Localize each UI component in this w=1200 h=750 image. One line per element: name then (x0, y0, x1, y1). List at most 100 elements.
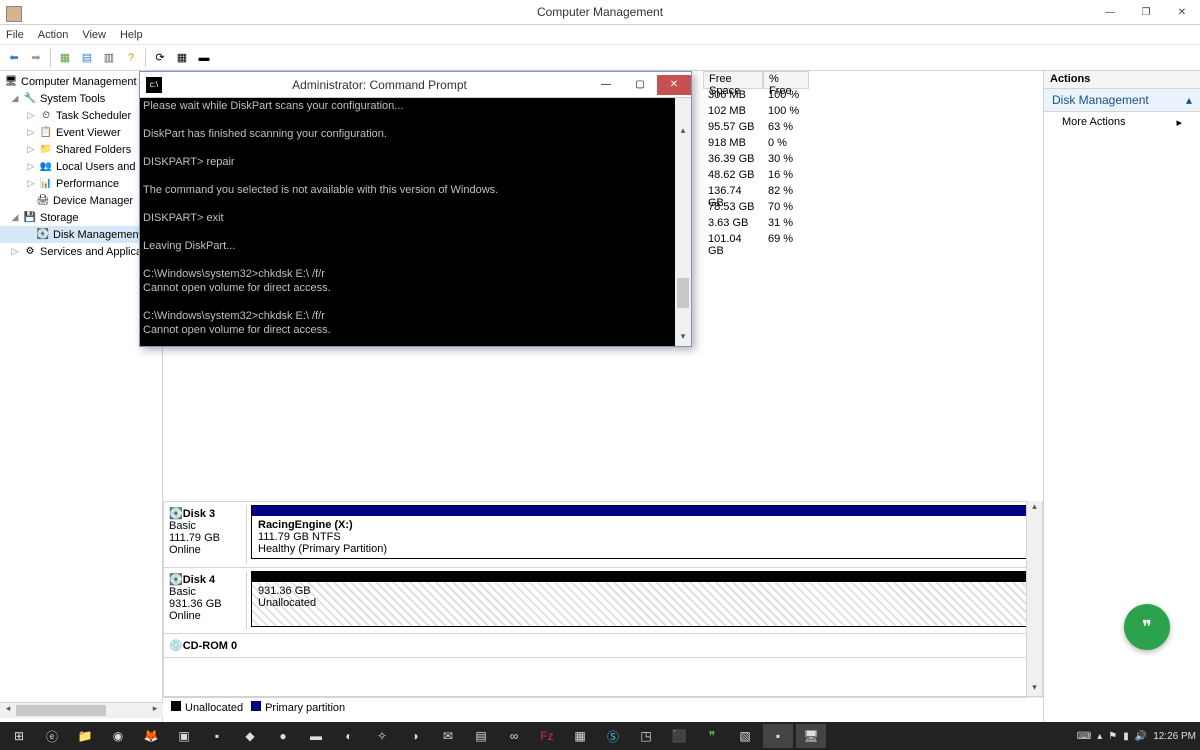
tool-2[interactable]: ▤ (77, 48, 97, 68)
tree-task-scheduler[interactable]: ▷⏲Task Scheduler (0, 107, 162, 124)
menu-view[interactable]: View (82, 29, 106, 41)
task-app14[interactable]: ❞ (697, 724, 727, 748)
partition-primary-x[interactable]: RacingEngine (X:) 111.79 GB NTFS Healthy… (251, 505, 1039, 559)
task-skype[interactable]: Ⓢ (598, 724, 628, 748)
task-vs[interactable]: ∞ (499, 724, 529, 748)
tray-input-icon[interactable]: ⌨ (1077, 731, 1091, 742)
task-eclipse[interactable]: ◑ (400, 724, 430, 748)
disk-info-4: 💽Disk 4 Basic 931.36 GB Online (167, 571, 247, 630)
tree-event-viewer[interactable]: ▷📋Event Viewer (0, 124, 162, 141)
cmd-title: Administrator: Command Prompt (170, 78, 589, 92)
tool-4[interactable]: ? (121, 48, 141, 68)
window-titlebar: Computer Management — ❐ ✕ (0, 0, 1200, 25)
collapse-icon: ▴ (1186, 93, 1192, 107)
partition-unallocated[interactable]: 931.36 GB Unallocated (251, 571, 1039, 627)
restore-button[interactable]: ❐ (1128, 1, 1164, 23)
task-app12[interactable]: ◳ (631, 724, 661, 748)
tray-flag-icon[interactable]: ⚑ (1108, 731, 1117, 742)
cmd-close-button[interactable]: ✕ (657, 75, 691, 95)
tree-shared-folders[interactable]: ▷📁Shared Folders (0, 141, 162, 158)
toolbar: ⬅ ➡ ▦ ▤ ▥ ? ⟳ ▦ ▬ (0, 45, 1200, 71)
actions-header: Actions (1044, 71, 1200, 89)
task-compmgmt[interactable]: 🖥 (796, 724, 826, 748)
disk-row-3[interactable]: 💽Disk 3 Basic 111.79 GB Online RacingEng… (164, 502, 1042, 568)
task-app6[interactable]: ◐ (334, 724, 364, 748)
tree-performance[interactable]: ▷📊Performance (0, 175, 162, 192)
cmd-console[interactable]: Please wait while DiskPart scans your co… (140, 98, 691, 346)
tree-storage[interactable]: ◢💾Storage (0, 209, 162, 226)
tool-1[interactable]: ▦ (55, 48, 75, 68)
taskbar[interactable]: ⊞ ⓔ 📁 ◉ 🦊 ▣ ▪ ◆ ● ▬ ◐ ✧ ◑ ✉ ▤ ∞ Fz ▦ Ⓢ ◳… (0, 722, 1200, 750)
task-chrome[interactable]: ◉ (103, 724, 133, 748)
cmd-titlebar[interactable]: c:\ Administrator: Command Prompt — ▢ ✕ (140, 72, 691, 98)
task-app15[interactable]: ▧ (730, 724, 760, 748)
actions-more[interactable]: More Actions▸ (1044, 112, 1200, 132)
task-filezilla[interactable]: Fz (532, 724, 562, 748)
forward-button[interactable]: ➡ (26, 48, 46, 68)
disk-row-cd[interactable]: 💿CD-ROM 0 (164, 634, 1042, 658)
cmd-minimize-button[interactable]: — (589, 75, 623, 95)
mmc-icon (6, 6, 22, 22)
tree-disk-management[interactable]: 💽Disk Management (0, 226, 162, 243)
tray-clock[interactable]: 12:26 PM (1153, 731, 1196, 742)
command-prompt-window[interactable]: c:\ Administrator: Command Prompt — ▢ ✕ … (139, 71, 692, 347)
disk-row-4[interactable]: 💽Disk 4 Basic 931.36 GB Online 931.36 GB… (164, 568, 1042, 634)
tool-5[interactable]: ⟳ (150, 48, 170, 68)
back-button[interactable]: ⬅ (4, 48, 24, 68)
disk-info-3: 💽Disk 3 Basic 111.79 GB Online (167, 505, 247, 564)
volume-row[interactable]: 95.57 GB63 % (703, 121, 1043, 137)
tree-local-users[interactable]: ▷👥Local Users and Gro (0, 158, 162, 175)
menu-help[interactable]: Help (120, 29, 143, 41)
task-app4[interactable]: ● (268, 724, 298, 748)
volume-row[interactable]: 78.53 GB70 % (703, 201, 1043, 217)
task-app11[interactable]: ▦ (565, 724, 595, 748)
volume-row[interactable]: 306 MB100 % (703, 89, 1043, 105)
task-outlook[interactable]: ✉ (433, 724, 463, 748)
tree-system-tools[interactable]: ◢🔧System Tools (0, 90, 162, 107)
disk-scrollbar[interactable]: ▴ ▾ (1026, 501, 1042, 698)
volume-row[interactable]: 918 MB0 % (703, 137, 1043, 153)
tool-6[interactable]: ▦ (172, 48, 192, 68)
task-firefox[interactable]: 🦊 (136, 724, 166, 748)
tree-services[interactable]: ▷⚙Services and Applicatio (0, 243, 162, 260)
task-app1[interactable]: ▣ (169, 724, 199, 748)
tree-hscrollbar[interactable]: ◂▸ (0, 702, 163, 718)
tray-vol-icon[interactable]: 🔊 (1135, 731, 1147, 742)
cmd-scrollbar[interactable]: ▴ ▾ (675, 98, 691, 346)
task-app13[interactable]: ⬛ (664, 724, 694, 748)
task-ie[interactable]: ⓔ (37, 724, 67, 748)
tray-up-icon[interactable]: ▴ (1097, 731, 1102, 742)
col-free-space[interactable]: Free Space (703, 71, 763, 89)
disk-legend: Unallocated Primary partition (163, 696, 1043, 718)
hangouts-fab[interactable]: ❞ (1124, 604, 1170, 650)
minimize-button[interactable]: — (1092, 1, 1128, 23)
task-app5[interactable]: ▬ (301, 724, 331, 748)
system-tray[interactable]: ⌨ ▴ ⚑ ▮ 🔊 12:26 PM (1077, 731, 1196, 742)
start-button[interactable]: ⊞ (4, 724, 34, 748)
volume-row[interactable]: 48.62 GB16 % (703, 169, 1043, 185)
task-cmd[interactable]: ▪ (763, 724, 793, 748)
close-button[interactable]: ✕ (1164, 1, 1200, 23)
volume-row[interactable]: 3.63 GB31 % (703, 217, 1043, 233)
chevron-right-icon: ▸ (1176, 116, 1182, 129)
task-explorer[interactable]: 📁 (70, 724, 100, 748)
menu-action[interactable]: Action (38, 29, 69, 41)
cmd-maximize-button[interactable]: ▢ (623, 75, 657, 95)
task-app7[interactable]: ✧ (367, 724, 397, 748)
volume-row[interactable]: 101.04 GB69 % (703, 233, 1043, 249)
volume-row[interactable]: 136.74 GB82 % (703, 185, 1043, 201)
task-app3[interactable]: ◆ (235, 724, 265, 748)
tree-device-manager[interactable]: 🖨Device Manager (0, 192, 162, 209)
volume-row[interactable]: 36.39 GB30 % (703, 153, 1043, 169)
tree-root[interactable]: 🖥Computer Management (L (0, 73, 162, 90)
menu-file[interactable]: File (6, 29, 24, 41)
actions-disk-management[interactable]: Disk Management▴ (1044, 89, 1200, 112)
col-pct-free[interactable]: % Free (763, 71, 809, 89)
tool-3[interactable]: ▥ (99, 48, 119, 68)
tool-7[interactable]: ▬ (194, 48, 214, 68)
tray-net-icon[interactable]: ▮ (1123, 731, 1129, 742)
window-title: Computer Management (537, 5, 663, 19)
task-app9[interactable]: ▤ (466, 724, 496, 748)
task-app2[interactable]: ▪ (202, 724, 232, 748)
volume-row[interactable]: 102 MB100 % (703, 105, 1043, 121)
